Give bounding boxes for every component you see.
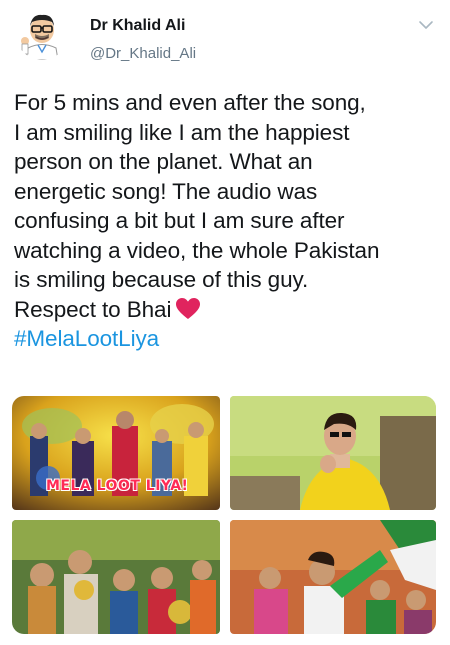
tweet-text-line: is smiling because of this guy. (14, 267, 309, 292)
author-handle[interactable]: @Dr_Khalid_Ali (90, 45, 196, 62)
hashtag-link[interactable]: #MelaLootLiya (14, 324, 442, 354)
media-image-4[interactable] (230, 520, 436, 634)
video-title-overlay: MELA LOOT LIYA! (46, 478, 189, 494)
tweet-text: For 5 mins and even after the song, I am… (14, 88, 442, 354)
tweet-text-line: person on the planet. What an (14, 149, 313, 174)
tweet-text-last-line: Respect to Bhai (14, 295, 442, 325)
media-image-3[interactable] (12, 520, 220, 634)
tweet-text-line: energetic song! The audio was (14, 178, 318, 204)
chevron-down-icon[interactable] (418, 18, 434, 30)
avatar[interactable] (16, 8, 68, 60)
tweet-text-line: confusing a bit but I am sure after (14, 208, 345, 233)
tweet-header: Dr Khalid Ali @Dr_Khalid_Ali (0, 0, 450, 78)
media-image-2[interactable] (230, 396, 436, 510)
author-name[interactable]: Dr Khalid Ali (90, 17, 185, 35)
tweet-text-line: Respect to Bhai (14, 296, 172, 322)
media-image-1[interactable]: MELA LOOT LIYA! (12, 396, 220, 510)
tweet-text-line: For 5 mins and even after the song, (14, 90, 366, 115)
tweet-text-line: watching a video, the whole Pakistan (14, 237, 380, 263)
red-heart-icon (175, 297, 201, 321)
media-grid: MELA LOOT LIYA! (12, 396, 436, 636)
tweet-text-line: I am smiling like I am the happiest (14, 119, 350, 145)
